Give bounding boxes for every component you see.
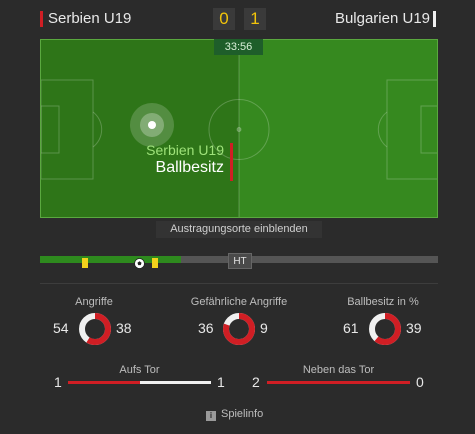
stat-dangerous-home: 36 [198, 320, 214, 336]
shots-off-target-home-fill [267, 381, 410, 384]
possession-label: Ballbesitz [155, 159, 224, 176]
away-team-name: Bulgarien U19 [334, 10, 430, 27]
stat-possession-away: 39 [406, 320, 422, 336]
away-team-color-bar [433, 11, 436, 27]
stat-attacks-away: 38 [116, 320, 132, 336]
match-info-label: Spielinfo [221, 408, 264, 420]
match-clock: 33:56 [214, 39, 263, 55]
pitch-tracker [40, 39, 438, 218]
scoreboard-header: Serbien U19 0 1 Bulgarien U19 [0, 0, 475, 38]
pitch-markings [41, 40, 437, 217]
donut-dangerous-attacks [223, 313, 255, 345]
halftime-marker: HT [228, 253, 252, 269]
donut-attacks [79, 313, 111, 345]
shots-on-target-home: 1 [54, 374, 62, 390]
stat-possession-home: 61 [343, 320, 359, 336]
timeline-progress [40, 256, 182, 263]
info-icon: i [206, 411, 216, 421]
possession-team: Serbien U19 [146, 142, 224, 158]
shots-on-target-away: 1 [217, 374, 225, 390]
possession-team-color-bar [230, 143, 233, 181]
stat-title-dangerous-attacks: Gefährliche Angriffe [190, 296, 288, 308]
goal-ball-icon[interactable] [134, 258, 145, 269]
shots-off-target-home: 2 [252, 374, 260, 390]
stat-title-attacks: Angriffe [75, 296, 113, 308]
yellow-card-icon[interactable] [82, 258, 88, 268]
home-team-color-bar [40, 11, 43, 27]
bar-title-shots-off-target: Neben das Tor [302, 364, 375, 376]
bar-title-shots-on-target: Aufs Tor [119, 364, 160, 376]
stat-attacks-home: 54 [53, 320, 69, 336]
shots-off-target-away: 0 [416, 374, 424, 390]
stat-title-possession: Ballbesitz in % [347, 296, 419, 308]
divider [40, 283, 438, 284]
shots-on-target-bar [68, 381, 211, 384]
shots-off-target-bar [267, 381, 410, 384]
away-score: 1 [244, 8, 266, 30]
yellow-card-icon[interactable] [152, 258, 158, 268]
ball-position-dot [148, 121, 156, 129]
match-info-link[interactable]: i Spielinfo [206, 408, 263, 421]
stat-dangerous-away: 9 [260, 320, 268, 336]
home-score: 0 [213, 8, 235, 30]
show-venues-button[interactable]: Austragungsorte einblenden [156, 221, 322, 238]
shots-on-target-home-fill [68, 381, 140, 384]
donut-possession [369, 313, 401, 345]
home-team-name: Serbien U19 [48, 10, 132, 27]
